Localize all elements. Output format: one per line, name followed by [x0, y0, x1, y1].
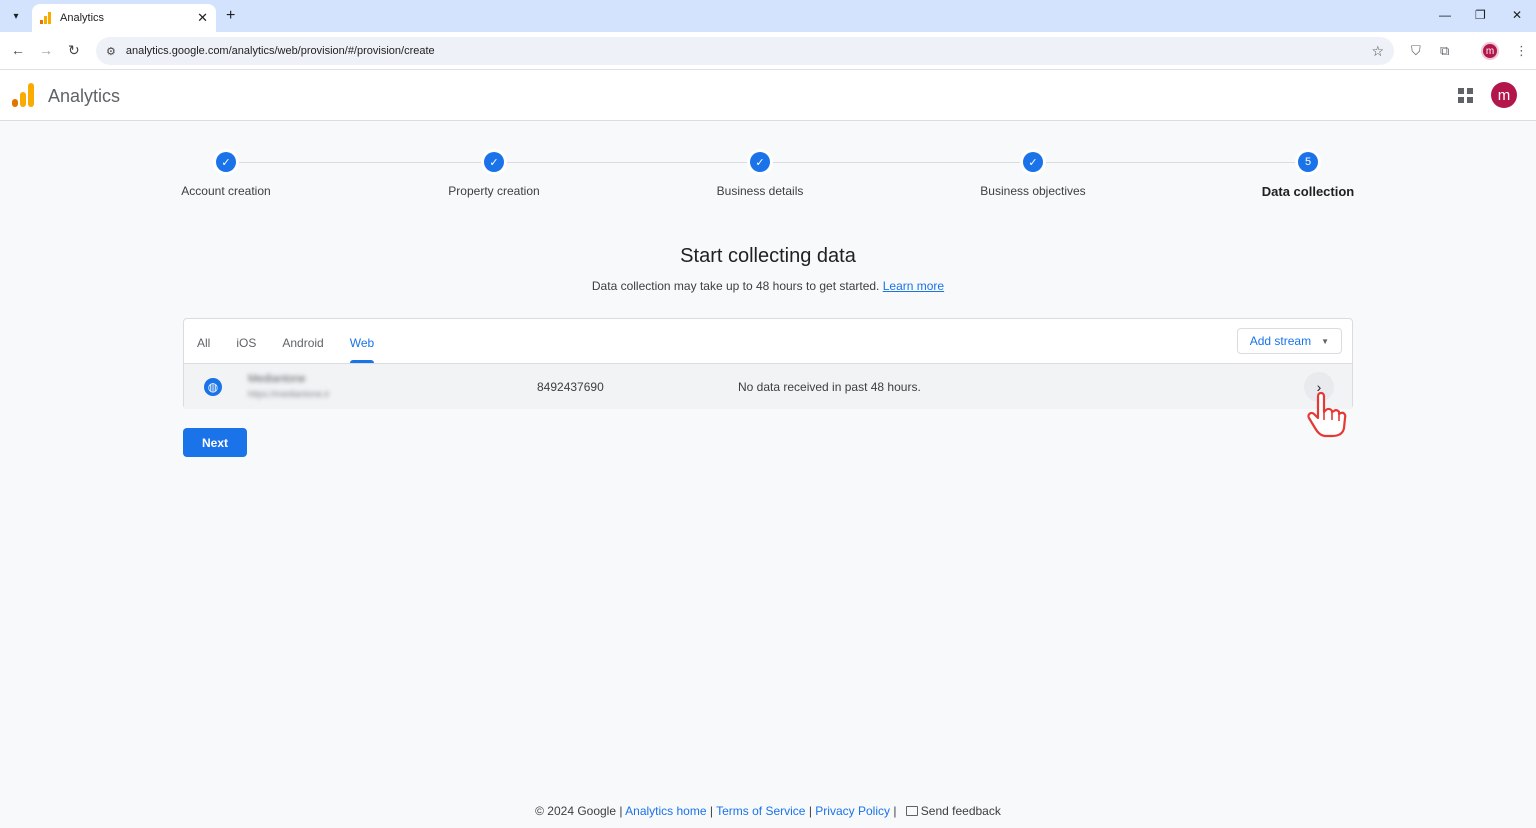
step-label: Property creation — [448, 184, 540, 198]
window-close-icon[interactable]: ✕ — [1512, 8, 1522, 22]
address-bar[interactable]: ⚙ analytics.google.com/analytics/web/pro… — [96, 37, 1394, 65]
platform-tabs: All iOS Android Web — [184, 319, 387, 363]
tab-search-icon[interactable]: ▾ — [6, 6, 26, 26]
feedback-icon — [905, 806, 918, 816]
restore-icon[interactable]: ❐ — [1475, 8, 1486, 22]
tab-android[interactable]: Android — [269, 319, 336, 363]
page-title: Start collecting data — [680, 245, 856, 267]
footer-separator: | — [808, 804, 812, 818]
step-label: Account creation — [181, 184, 271, 198]
learn-more-link[interactable]: Learn more — [883, 279, 944, 293]
privacy-link[interactable]: Privacy Policy — [815, 804, 890, 818]
account-avatar[interactable]: m — [1491, 82, 1517, 108]
step-number-badge: 5 — [1298, 152, 1318, 172]
back-icon[interactable]: ← — [11, 42, 25, 58]
stream-url: https://mediantone.ir — [248, 389, 330, 399]
terms-link[interactable]: Terms of Service — [716, 804, 805, 818]
step-property-creation: ✓ Property creation — [394, 152, 594, 198]
analytics-favicon-icon — [40, 12, 54, 24]
browser-tab[interactable]: Analytics ✕ — [32, 4, 216, 32]
step-complete-icon: ✓ — [216, 152, 236, 172]
site-info-icon[interactable]: ⚙ — [106, 45, 116, 58]
send-feedback-link[interactable]: Send feedback — [921, 804, 1001, 818]
globe-icon: ◍ — [204, 378, 222, 396]
next-button[interactable]: Next — [183, 428, 247, 457]
forward-icon[interactable]: → — [39, 42, 53, 58]
subtitle-text: Data collection may take up to 48 hours … — [591, 279, 880, 293]
stream-status: No data received in past 48 hours. — [738, 380, 921, 394]
tab-title: Analytics — [60, 12, 105, 24]
copyright: © 2024 Google | — [535, 804, 623, 818]
stream-name: Mediantone — [248, 373, 306, 385]
new-tab-button[interactable]: + — [226, 7, 235, 25]
footer-separator: | — [893, 804, 897, 818]
minimize-icon[interactable]: — — [1439, 8, 1451, 22]
reload-icon[interactable]: ↻ — [68, 42, 80, 59]
step-label: Data collection — [1261, 184, 1355, 199]
browser-profile-avatar[interactable]: m — [1481, 42, 1499, 60]
tab-web[interactable]: Web — [337, 319, 387, 363]
app-title: Analytics — [48, 86, 121, 106]
url-text: analytics.google.com/analytics/web/provi… — [125, 45, 435, 57]
step-complete-icon: ✓ — [484, 152, 504, 172]
stream-row[interactable]: ◍ Mediantone https://mediantone.ir 84924… — [184, 363, 1352, 409]
apps-grid-icon[interactable] — [1458, 88, 1473, 103]
step-complete-icon: ✓ — [750, 152, 770, 172]
data-streams-card: All iOS Android Web Add stream ▼ ◍ Media… — [183, 318, 1353, 409]
step-account-creation: ✓ Account creation — [126, 152, 326, 198]
extensions-icon[interactable]: ⧉ — [1440, 43, 1449, 59]
tab-close-icon[interactable]: ✕ — [197, 10, 208, 26]
add-stream-button[interactable]: Add stream ▼ — [1236, 328, 1342, 354]
step-complete-icon: ✓ — [1023, 152, 1043, 172]
tab-ios[interactable]: iOS — [223, 319, 269, 363]
app-header: Analytics m — [0, 70, 1536, 121]
stream-id: 8492437690 — [537, 380, 604, 394]
add-stream-label: Add stream — [1249, 334, 1312, 348]
bookmark-star-icon[interactable]: ☆ — [1371, 43, 1384, 60]
footer-separator: | — [709, 804, 713, 818]
pointer-hand-icon — [1307, 391, 1347, 438]
dropdown-caret-icon: ▼ — [1321, 336, 1329, 346]
step-label: Business details — [716, 184, 804, 198]
step-business-objectives: ✓ Business objectives — [933, 152, 1133, 198]
browser-toolbar: ← → ↻ ⚙ analytics.google.com/analytics/w… — [0, 32, 1536, 70]
analytics-logo-icon[interactable] — [12, 83, 34, 107]
step-label: Business objectives — [980, 184, 1086, 198]
page-subtitle: Data collection may take up to 48 hours … — [0, 279, 1536, 293]
browser-tab-bar: ▾ Analytics ✕ + — ❐ ✕ — [0, 0, 1536, 32]
tab-all[interactable]: All — [184, 319, 223, 363]
browser-menu-icon[interactable]: ⋮ — [1515, 43, 1528, 59]
step-data-collection: 5 Data collection — [1208, 152, 1408, 199]
footer: © 2024 Google | Analytics home | Terms o… — [0, 804, 1536, 818]
analytics-home-link[interactable]: Analytics home — [625, 804, 706, 818]
shield-icon[interactable]: ⛉ — [1411, 43, 1421, 59]
step-business-details: ✓ Business details — [660, 152, 860, 198]
